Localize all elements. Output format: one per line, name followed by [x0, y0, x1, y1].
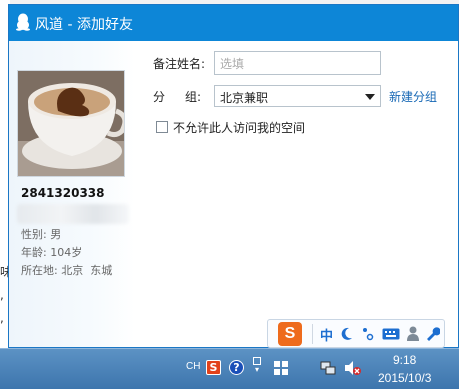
keyboard-icon[interactable] — [382, 328, 400, 340]
new-group-link[interactable]: 新建分组 — [389, 88, 437, 105]
location-row: 所在地: 北京 东城 — [21, 262, 112, 278]
punctuation-icon[interactable] — [362, 326, 374, 342]
chevron-down-icon — [365, 94, 375, 100]
restore-icon[interactable] — [253, 357, 261, 365]
divider — [312, 324, 313, 344]
age-label: 年龄: — [21, 246, 47, 259]
qq-number: 2841320338 — [21, 186, 105, 200]
background-text: , — [0, 311, 4, 325]
help-icon[interactable]: ? — [229, 360, 244, 375]
group-label-part1: 分 — [153, 90, 166, 104]
user-icon[interactable] — [407, 326, 419, 342]
sogou-logo-icon[interactable]: S — [278, 322, 302, 346]
remark-label: 备注姓名: — [153, 57, 206, 71]
moon-icon[interactable] — [341, 327, 353, 341]
group-value: 北京兼职 — [220, 91, 269, 105]
age-value: 104岁 — [50, 246, 83, 259]
privacy-checkbox[interactable] — [156, 121, 168, 133]
grid-apps-icon[interactable] — [273, 360, 289, 376]
clock-time[interactable]: 9:18 — [393, 353, 416, 367]
title-bar[interactable]: 风道 - 添加好友 — [9, 5, 458, 41]
sogou-tray-icon[interactable]: S — [206, 360, 221, 375]
location-value: 北京 东城 — [61, 264, 113, 277]
taskbar: CH S ? ▾ 9:18 2015/10/3 — [0, 348, 459, 389]
profile-panel: 2841320338 性别: 男 年龄: 104岁 所在地: 北京 东城 — [9, 41, 135, 347]
coffee-cup-image — [18, 71, 124, 176]
network-icon[interactable] — [320, 360, 336, 376]
group-label-part2: 组: — [185, 90, 202, 104]
tray-chevron-icon[interactable]: ▾ — [255, 365, 259, 374]
input-mode-toggle[interactable]: 中 — [320, 325, 333, 344]
remark-input[interactable]: 选填 — [214, 51, 381, 75]
location-label: 所在地: — [21, 264, 58, 277]
clock-date[interactable]: 2015/10/3 — [378, 371, 431, 385]
background-text: , — [0, 288, 4, 302]
ime-toolbar: S 中 — [267, 319, 445, 348]
gender-value: 男 — [50, 228, 62, 241]
window-title: 风道 - 添加好友 — [35, 17, 133, 33]
gender-label: 性别: — [21, 228, 47, 241]
age-row: 年龄: 104岁 — [21, 244, 82, 260]
remark-placeholder: 选填 — [220, 57, 245, 71]
add-friend-dialog: 风道 - 添加好友 2841320338 性别: 男 年龄: 104岁 所在地:… — [8, 4, 459, 348]
volume-muted-icon[interactable] — [344, 360, 362, 376]
privacy-checkbox-label[interactable]: 不允许此人访问我的空间 — [173, 119, 305, 136]
wrench-icon[interactable] — [425, 326, 440, 341]
nickname-blurred — [17, 204, 129, 224]
penguin-icon — [16, 13, 30, 31]
group-select[interactable]: 北京兼职 — [214, 85, 381, 107]
language-indicator[interactable]: CH — [186, 361, 200, 372]
gender-row: 性别: 男 — [21, 226, 61, 242]
avatar[interactable] — [17, 70, 125, 177]
